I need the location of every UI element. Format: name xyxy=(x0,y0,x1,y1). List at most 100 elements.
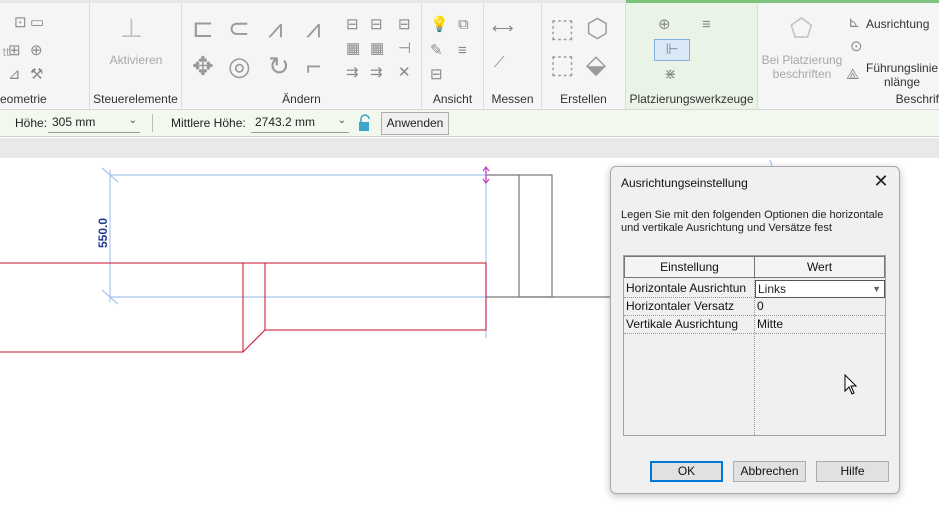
adjacent-object xyxy=(486,174,612,298)
height-label: Höhe: xyxy=(15,116,48,130)
trim-single-icon[interactable]: ⇉ xyxy=(346,65,359,80)
panel-label-steuerelemente: Steuerelemente xyxy=(93,92,178,106)
panel-label-platzierungswerkzeuge: Platzierungswerkzeuge xyxy=(629,92,754,106)
ribbon: tt ⊡ ▭ ⊞ ⊕ ⊿ ⚒ eometrie ⊥ Aktivieren Ste… xyxy=(0,0,939,110)
lock-icon[interactable] xyxy=(357,114,373,132)
panel-label-geometrie: eometrie xyxy=(0,92,47,106)
ok-button[interactable]: OK xyxy=(650,461,723,482)
measure-distance-icon[interactable]: ⟷ xyxy=(492,21,514,36)
override-graphics-icon[interactable]: ⧉ xyxy=(458,17,469,32)
column-header-value[interactable]: Wert xyxy=(754,256,885,278)
place-reference-icon[interactable]: ⋇ xyxy=(664,67,677,82)
panel-platzierungswerkzeuge: ⊕ ≡ ⊩ ⋇ Platzierungswerkzeuge xyxy=(626,3,758,109)
copy-icon[interactable]: ◎ xyxy=(228,53,251,79)
column-header-setting[interactable]: Einstellung xyxy=(624,256,755,278)
linework-icon[interactable]: ✎ xyxy=(430,43,443,58)
panel-label-beschriftung: Beschrif xyxy=(895,92,939,106)
selected-element xyxy=(0,262,487,353)
create-assembly-icon[interactable]: ⬚ xyxy=(550,51,575,77)
mid-height-select[interactable]: 2743.2 mm ⌄ xyxy=(251,113,349,133)
wall-joins-icon[interactable]: ⊕ xyxy=(30,43,43,58)
panel-label-aendern: Ändern xyxy=(282,92,321,106)
activate-controls-icon: ⊥ xyxy=(120,13,143,43)
horizontal-alignment-value: Links xyxy=(758,282,787,296)
setting-cell: Horizontale Ausrichtun xyxy=(624,280,754,298)
cut-icon[interactable]: ▭ xyxy=(30,15,44,30)
view-tab-strip xyxy=(0,138,939,158)
delete-icon[interactable]: ✕ xyxy=(398,65,411,80)
activate-button[interactable]: Aktivieren xyxy=(90,53,182,67)
panel-label-ansicht: Ansicht xyxy=(432,92,473,106)
view-range-icon[interactable]: ⊟ xyxy=(430,67,443,82)
dimension-icon[interactable]: ⟋ xyxy=(494,55,505,70)
vertical-alignment-field[interactable]: Mitte xyxy=(755,316,885,334)
mirror-axis-icon[interactable]: ⩘ xyxy=(268,15,283,41)
close-icon[interactable]: ✕ xyxy=(871,171,891,191)
panel-erstellen: ⬚ ⬡ ⬚ ⬙ Erstellen xyxy=(542,3,626,109)
panel-geometrie: tt ⊡ ▭ ⊞ ⊕ ⊿ ⚒ eometrie xyxy=(0,3,90,109)
leader-length-button[interactable]: Führungslinie nlänge xyxy=(866,61,938,89)
apply-button[interactable]: Anwenden xyxy=(381,112,449,135)
create-similar-icon[interactable]: ⬙ xyxy=(586,51,606,77)
mirror-draw-icon[interactable]: ⩘ xyxy=(306,15,321,41)
trim-multi-icon[interactable]: ⇉ xyxy=(370,65,383,80)
split-small-icon[interactable]: ⊟ xyxy=(398,17,411,32)
mid-height-label: Mittlere Höhe: xyxy=(171,116,246,130)
tag-on-placement-icon: ⬠ xyxy=(790,13,813,43)
create-group-icon[interactable]: ⬡ xyxy=(586,15,609,41)
panel-label-erstellen: Erstellen xyxy=(560,92,607,106)
paint-icon[interactable]: ⚒ xyxy=(30,67,43,82)
scale-small-icon[interactable]: ⊟ xyxy=(370,17,383,32)
hide-element-icon[interactable]: 💡 xyxy=(430,17,449,32)
place-tool-icon[interactable]: ⊕ xyxy=(658,17,671,32)
orientation-button[interactable]: Ausrichtung xyxy=(866,17,929,31)
options-separator xyxy=(152,114,153,132)
panel-ansicht: 💡 ⧉ ✎ ≡ ⊟ Ansicht xyxy=(422,3,484,109)
pin-grid-icon[interactable]: ▦ xyxy=(370,41,384,56)
align-icon[interactable]: ⊏ xyxy=(192,15,214,41)
panel-steuerelemente: ⊥ Aktivieren Steuerelemente xyxy=(90,3,182,109)
settings-grid: Einstellung Wert Horizontale Ausrichtun … xyxy=(623,255,886,436)
help-small-icon[interactable]: ⊙ xyxy=(850,39,863,54)
leader-icon[interactable]: ⟁ xyxy=(846,67,859,82)
move-icon[interactable]: ✥ xyxy=(192,53,214,79)
help-button[interactable]: Hilfe xyxy=(816,461,889,482)
chevron-down-icon: ▼ xyxy=(872,284,881,294)
place-align-icon[interactable]: ≡ xyxy=(702,17,711,32)
options-bar: Höhe: 305 mm ⌄ Mittlere Höhe: 2743.2 mm … xyxy=(0,110,939,137)
panel-beschriftung: ⬠ Bei Platzierung beschriften ⊾ Ausricht… xyxy=(758,3,939,109)
offset-icon[interactable]: ⊂ xyxy=(228,15,250,41)
setting-cell: Horizontaler Versatz xyxy=(624,298,754,316)
cancel-button[interactable]: Abbrechen xyxy=(733,461,806,482)
adjacent-rect xyxy=(518,174,553,298)
orientation-icon[interactable]: ⊾ xyxy=(848,15,861,30)
height-value: 305 mm xyxy=(52,115,96,129)
chevron-down-icon: ⌄ xyxy=(337,115,346,126)
alignment-tool-icon[interactable]: ⊩ xyxy=(654,39,690,61)
split-face-icon[interactable]: ⊿ xyxy=(8,67,21,82)
split-gap-icon[interactable]: ⊣ xyxy=(398,41,411,56)
create-part-icon[interactable]: ⬚ xyxy=(550,15,575,41)
setting-cell: Vertikale Ausrichtung xyxy=(624,316,754,334)
panel-messen: ⟷ ⟋ Messen xyxy=(484,3,542,109)
height-select[interactable]: 305 mm ⌄ xyxy=(48,113,140,133)
join-icon[interactable]: ⊡ xyxy=(14,15,27,30)
dialog-description: Legen Sie mit den folgenden Optionen die… xyxy=(621,209,884,234)
unjoin-icon[interactable]: ⊞ xyxy=(8,43,21,58)
rotate-icon[interactable]: ↻ xyxy=(268,53,290,79)
mid-height-value: 2743.2 mm xyxy=(255,115,316,129)
tag-on-placement-button[interactable]: Bei Platzierung beschriften xyxy=(758,53,846,81)
chevron-down-icon: ⌄ xyxy=(128,115,137,126)
horizontal-offset-field[interactable]: 0 xyxy=(755,298,885,316)
dimension-text: 550.0 xyxy=(96,218,110,248)
panel-aendern: ⊏ ⊂ ⩘ ⩘ ⊟ ⊟ ⊟ ✥ ◎ ↻ ⌐ ▦ ▦ ⊣ ⇉ ⇉ ✕ Ändern xyxy=(182,3,422,109)
copy-small-icon[interactable]: ⊟ xyxy=(346,17,359,32)
horizontal-alignment-select[interactable]: Links ▼ xyxy=(755,280,885,298)
dialog-title: Ausrichtungseinstellung xyxy=(621,176,748,190)
alignment-settings-dialog: Ausrichtungseinstellung ✕ Legen Sie mit … xyxy=(610,166,900,494)
array-icon[interactable]: ▦ xyxy=(346,41,360,56)
thin-lines-icon[interactable]: ≡ xyxy=(458,43,467,58)
mouse-cursor-icon xyxy=(844,374,858,395)
panel-label-messen: Messen xyxy=(491,92,534,106)
trim-extend-icon[interactable]: ⌐ xyxy=(306,53,321,79)
